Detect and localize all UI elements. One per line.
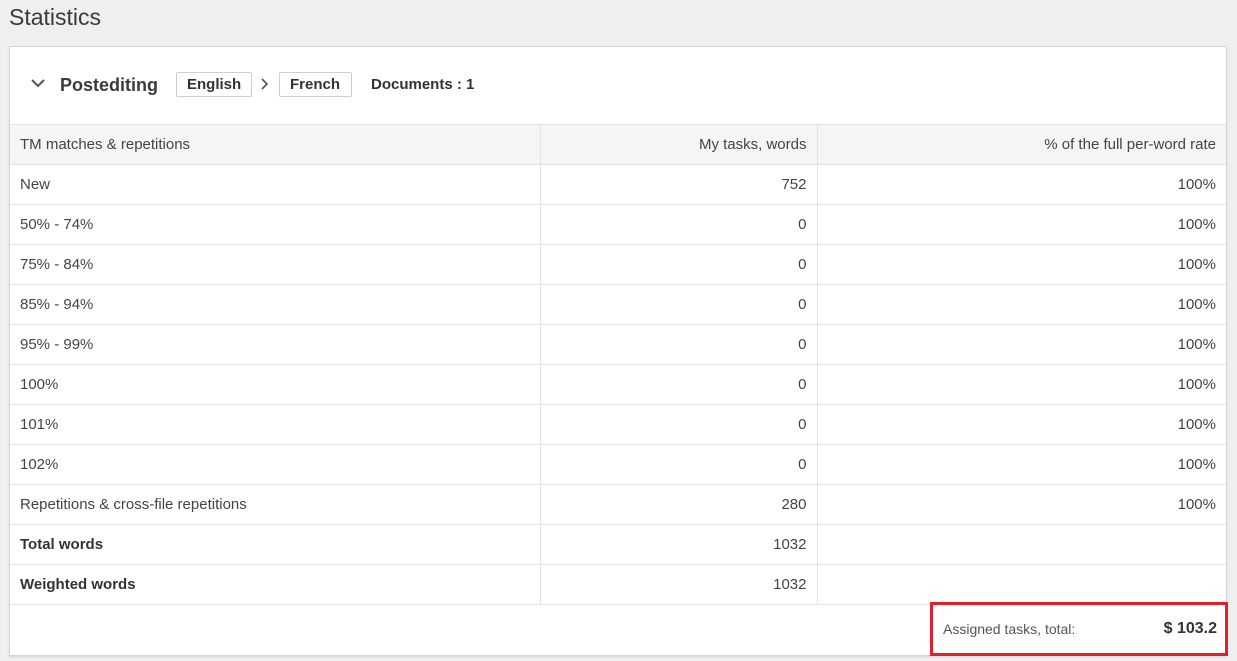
row-words: 0: [540, 204, 818, 245]
target-language-chip: French: [279, 72, 352, 97]
chevron-right-icon: [260, 76, 270, 92]
row-rate: [817, 524, 1226, 565]
row-rate: 100%: [817, 164, 1226, 205]
row-label: 101%: [10, 404, 541, 445]
section-title: Postediting: [60, 75, 158, 95]
table-row: 95% - 99% 0 100%: [10, 324, 1226, 365]
column-header-matches: TM matches & repetitions: [10, 124, 541, 165]
card-footer: Assigned tasks, total: $ 103.2: [10, 602, 1228, 656]
row-words: 1032: [540, 524, 818, 565]
row-rate: 100%: [817, 324, 1226, 365]
row-label: 102%: [10, 444, 541, 485]
total-label: Assigned tasks, total:: [943, 621, 1076, 637]
column-header-rate: % of the full per-word rate: [817, 124, 1226, 165]
section-header: Postediting English French Documents : 1: [10, 47, 1226, 124]
total-value: $ 103.2: [1163, 620, 1217, 637]
row-label: 95% - 99%: [10, 324, 541, 365]
row-words: 752: [540, 164, 818, 205]
row-rate: [817, 564, 1226, 605]
table-row: 102% 0 100%: [10, 444, 1226, 485]
table-row-total-words: Total words 1032: [10, 524, 1226, 565]
row-label: 50% - 74%: [10, 204, 541, 245]
table-header-row: TM matches & repetitions My tasks, words…: [10, 124, 1226, 165]
statistics-card: Postediting English French Documents : 1…: [9, 46, 1228, 656]
page-title: Statistics: [9, 4, 102, 30]
row-label: Repetitions & cross-file repetitions: [10, 484, 541, 525]
row-rate: 100%: [817, 404, 1226, 445]
row-label: New: [10, 164, 541, 205]
row-words: 0: [540, 284, 818, 325]
row-words: 0: [540, 444, 818, 485]
row-rate: 100%: [817, 204, 1226, 245]
row-words: 0: [540, 364, 818, 405]
row-words: 0: [540, 404, 818, 445]
table-row: New 752 100%: [10, 164, 1226, 205]
row-words: 0: [540, 244, 818, 285]
table-row: 75% - 84% 0 100%: [10, 244, 1226, 285]
row-label: Total words: [10, 524, 541, 565]
row-words: 1032: [540, 564, 818, 605]
documents-count: Documents : 1: [371, 76, 475, 93]
row-words: 280: [540, 484, 818, 525]
row-words: 0: [540, 324, 818, 365]
table-row: 85% - 94% 0 100%: [10, 284, 1226, 325]
table-row-weighted-words: Weighted words 1032: [10, 564, 1226, 605]
source-language-chip: English: [176, 72, 252, 97]
row-label: 85% - 94%: [10, 284, 541, 325]
column-header-words: My tasks, words: [540, 124, 818, 165]
row-label: Weighted words: [10, 564, 541, 605]
statistics-table: TM matches & repetitions My tasks, words…: [10, 124, 1226, 605]
row-rate: 100%: [817, 484, 1226, 525]
row-rate: 100%: [817, 444, 1226, 485]
table-row: 50% - 74% 0 100%: [10, 204, 1226, 245]
row-rate: 100%: [817, 284, 1226, 325]
table-row: 100% 0 100%: [10, 364, 1226, 405]
row-rate: 100%: [817, 364, 1226, 405]
chevron-down-icon[interactable]: [29, 74, 47, 92]
assigned-total-highlight: Assigned tasks, total: $ 103.2: [930, 602, 1228, 656]
table-row: 101% 0 100%: [10, 404, 1226, 445]
row-rate: 100%: [817, 244, 1226, 285]
row-label: 100%: [10, 364, 541, 405]
table-row: Repetitions & cross-file repetitions 280…: [10, 484, 1226, 525]
row-label: 75% - 84%: [10, 244, 541, 285]
